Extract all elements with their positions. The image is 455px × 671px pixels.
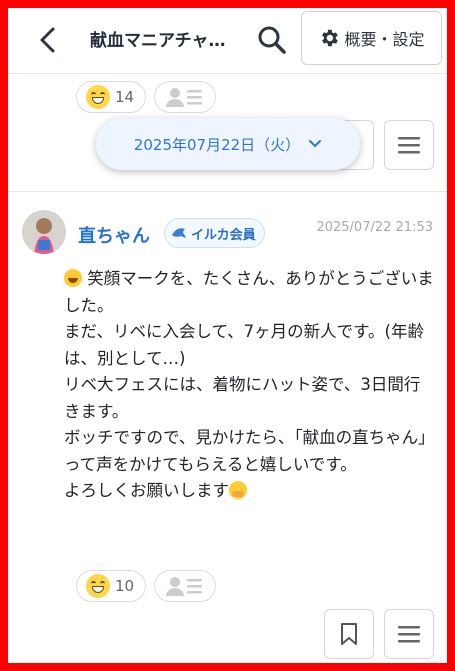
- post-body: 笑顔マークを、たくさん、ありがとうございました。 まだ、リベに入会して、7ヶ月の…: [64, 266, 436, 505]
- member-badge: イルカ会員: [164, 218, 265, 248]
- header: 献血マニアチャ… 概要・設定: [8, 8, 447, 74]
- badge-label: イルカ会員: [191, 227, 256, 243]
- search-button[interactable]: [254, 22, 290, 58]
- post-line: 笑顔マークを、たくさん、ありがとうございました。: [64, 269, 434, 315]
- hamburger-menu-icon: [398, 626, 420, 643]
- readers-button[interactable]: [154, 81, 216, 113]
- grinning-face-icon: [86, 85, 110, 109]
- reaction-button[interactable]: 14: [76, 81, 146, 113]
- readers-icon: [166, 577, 202, 596]
- hamburger-menu-icon: [398, 137, 420, 154]
- dolphin-icon: [172, 228, 186, 238]
- chevron-down-icon: [309, 140, 322, 147]
- avatar[interactable]: [22, 210, 66, 254]
- post-line: リベ大フェスには、着物にハット姿で、3日間行きます。: [64, 375, 421, 421]
- avatar-photo: [22, 210, 66, 254]
- post-divider: [8, 191, 447, 192]
- post-line: まだ、リベに入会して、7ヶ月の新人です。(年齢は、別として…): [64, 322, 424, 368]
- date-label: 2025年07月22日（火）: [133, 135, 301, 154]
- hugging-face-icon: [229, 481, 247, 499]
- reaction-count: 14: [115, 88, 135, 106]
- readers-button[interactable]: [154, 570, 216, 602]
- menu-button[interactable]: [384, 120, 434, 170]
- search-icon: [258, 26, 286, 54]
- menu-button[interactable]: [384, 609, 434, 659]
- post-timestamp: 2025/07/22 21:53: [316, 220, 433, 235]
- author-name[interactable]: 直ちゃん: [78, 222, 150, 248]
- back-button[interactable]: [30, 22, 66, 58]
- reaction-button[interactable]: 10: [76, 570, 146, 602]
- date-jump-button[interactable]: 2025年07月22日（火）: [96, 118, 360, 170]
- laughing-face-icon: [64, 269, 82, 287]
- grinning-face-icon: [86, 574, 110, 598]
- reaction-count: 10: [115, 577, 135, 595]
- bookmark-icon: [341, 623, 357, 645]
- settings-button[interactable]: 概要・設定: [301, 11, 442, 65]
- gear-icon: [322, 29, 339, 47]
- settings-label: 概要・設定: [344, 30, 425, 49]
- app-frame: 献血マニアチャ… 概要・設定 14 2025年07月22日（火） 直ちゃん イル…: [8, 8, 447, 663]
- bookmark-button[interactable]: [324, 609, 374, 659]
- channel-title[interactable]: 献血マニアチャ…: [90, 26, 248, 51]
- readers-icon: [166, 88, 202, 107]
- post-line: ボッチですので、見かけたら、「献血の直ちゃん」って声をかけてもらえると嬉しいです…: [64, 428, 435, 474]
- chevron-left-icon: [40, 27, 55, 53]
- post-line: よろしくお願いします: [64, 478, 436, 505]
